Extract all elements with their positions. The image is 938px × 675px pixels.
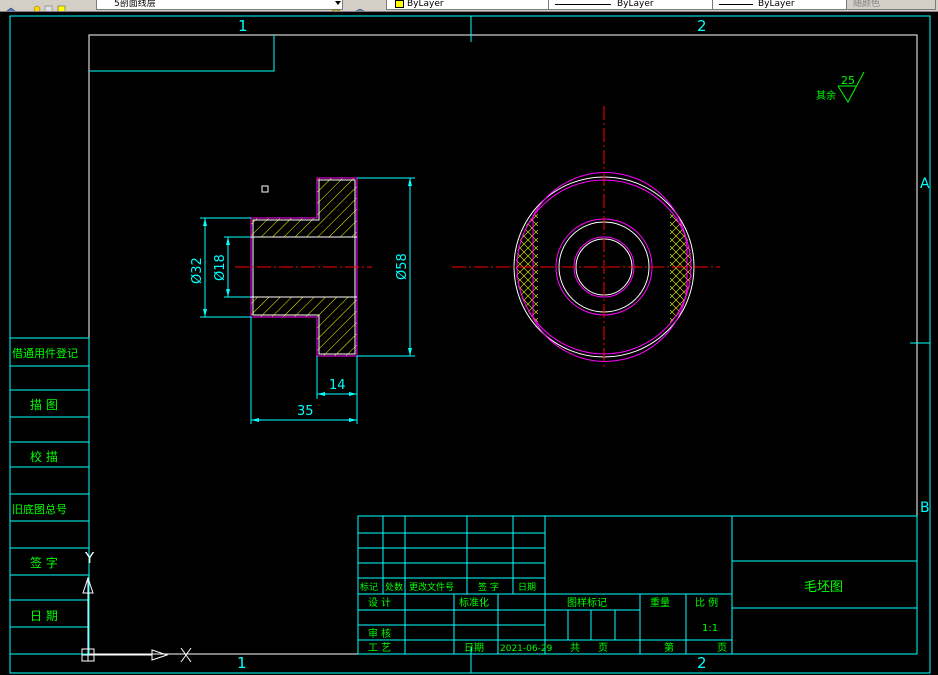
tb-process: 工 艺 xyxy=(368,642,391,654)
tb-h-count: 处数 xyxy=(385,581,403,593)
grid-row-a: A xyxy=(920,176,930,192)
side-row-3: 校 描 xyxy=(30,449,58,464)
tb-total: 共 xyxy=(570,642,580,654)
tb-h-doc: 更改文件号 xyxy=(409,581,454,593)
tb-scale-label: 比 例 xyxy=(695,596,718,609)
tb-h-date: 日期 xyxy=(518,582,536,593)
tb-sheet-unit1: 页 xyxy=(598,642,608,654)
grid-ticks xyxy=(470,16,930,673)
side-row-4: 旧底图总号 xyxy=(12,502,67,516)
layer-dropdown[interactable]: 5剖面线层 xyxy=(96,0,343,10)
side-row-2: 描 图 xyxy=(30,398,58,412)
tb-weight: 重量 xyxy=(650,596,670,609)
section-view xyxy=(235,177,372,357)
linetype-value: ByLayer xyxy=(617,0,654,9)
dim-35: 35 xyxy=(297,404,314,419)
outer-frame xyxy=(9,15,931,674)
plotstyle-value: 随颜色 xyxy=(853,0,881,9)
dim-d58: Ø58 xyxy=(395,253,410,280)
tb-date-label: 日期 xyxy=(464,642,484,654)
color-swatch-icon xyxy=(395,0,404,8)
ucs-icon xyxy=(81,576,192,663)
plotstyle-dropdown[interactable]: 随颜色 xyxy=(846,0,936,10)
dim-d32: Ø32 xyxy=(190,257,205,284)
hatch-lower xyxy=(251,297,357,356)
linetype-sample-icon xyxy=(555,4,611,5)
layer-name: 5剖面线层 xyxy=(114,0,156,9)
lineweight-value: ByLayer xyxy=(758,0,795,9)
tb-page: 第 xyxy=(664,641,674,654)
grid-col-1-top: 1 xyxy=(238,17,248,35)
grid-col-1-bottom: 1 xyxy=(237,654,247,672)
side-row-5: 签 字 xyxy=(30,555,58,570)
roughness-symbol: 其余 25 xyxy=(816,71,865,103)
drawing-canvas[interactable]: 1 2 1 2 A B 其余 25 Ø32 Ø18 Ø58 14 35 借通用件… xyxy=(0,12,938,675)
tb-design: 设 计 xyxy=(368,596,391,609)
side-row-1: 借通用件登记 xyxy=(12,346,78,360)
tb-review: 审 核 xyxy=(368,627,391,640)
roughness-label: 其余 xyxy=(816,89,836,102)
side-block xyxy=(9,337,90,655)
roughness-value: 25 xyxy=(841,74,855,87)
layer-toolbar: 5剖面线层 ByLayer ByLayer ByLayer 随颜色 xyxy=(0,0,938,12)
layer-previous-icon[interactable] xyxy=(352,0,368,11)
end-view xyxy=(452,106,720,368)
tb-h-sign: 签 字 xyxy=(478,581,499,593)
side-row-6: 日 期 xyxy=(30,609,58,623)
tb-drawing-name: 毛坯图 xyxy=(804,580,843,595)
color-value: ByLayer xyxy=(407,0,444,9)
top-left-box xyxy=(89,35,275,72)
tb-scale-value: 1:1 xyxy=(702,623,718,634)
tb-standard: 标准化 xyxy=(459,596,489,609)
tb-stage-mark: 图样标记 xyxy=(567,596,607,609)
grid-col-2-bottom: 2 xyxy=(697,654,707,672)
tb-sheet-unit2: 页 xyxy=(717,642,727,654)
make-current-layer-icon[interactable] xyxy=(328,0,346,11)
tb-date-value: 2021-06-29 xyxy=(500,644,553,654)
ucs-y-label: Y xyxy=(84,549,95,567)
layer-manager-icon[interactable] xyxy=(6,0,16,11)
lineweight-sample-icon xyxy=(719,4,753,5)
dim-d18: Ø18 xyxy=(213,254,228,281)
layer-state-icons[interactable] xyxy=(30,0,84,11)
grid-row-b: B xyxy=(920,500,930,516)
grid-col-2-top: 2 xyxy=(697,17,707,35)
dim-14: 14 xyxy=(329,378,346,393)
hatch-upper xyxy=(251,178,357,237)
color-dropdown[interactable]: ByLayer xyxy=(386,0,560,10)
tb-h-mark: 标记 xyxy=(360,581,378,593)
